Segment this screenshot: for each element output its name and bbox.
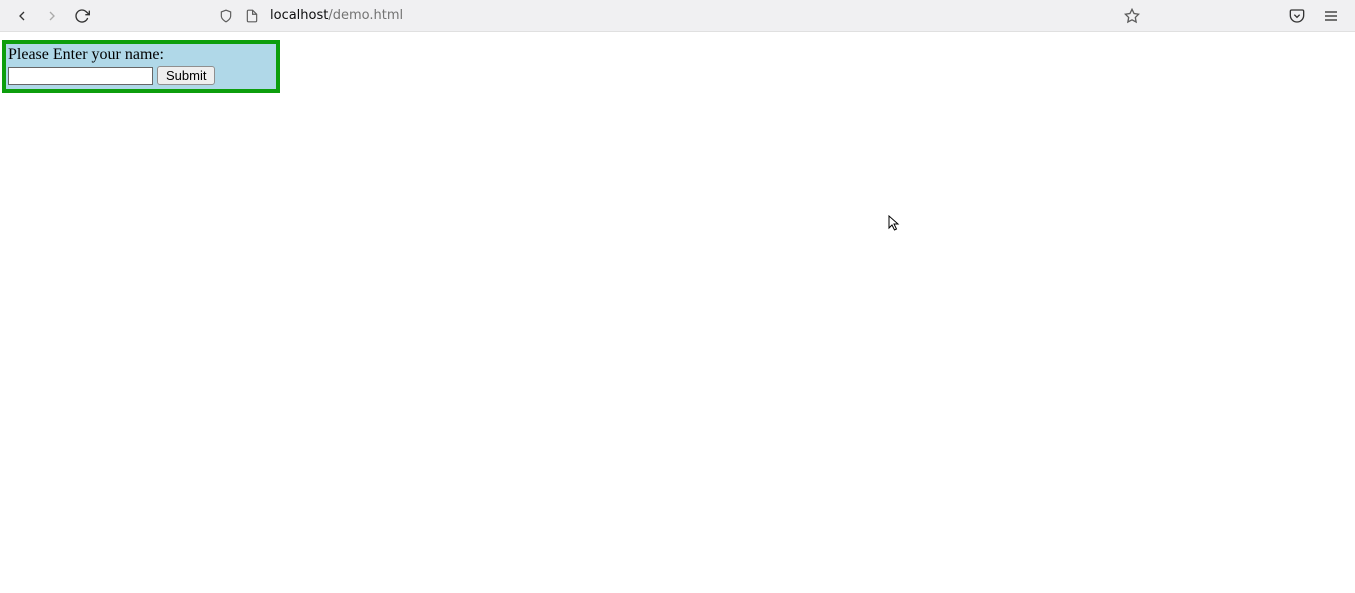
nav-buttons — [6, 8, 90, 24]
url-text: localhost/demo.html — [270, 8, 403, 23]
forward-button — [44, 8, 60, 24]
hamburger-menu-icon[interactable] — [1323, 8, 1339, 24]
toolbar-right-icons — [1169, 8, 1349, 24]
address-bar-container: localhost/demo.html — [210, 3, 1161, 29]
url-host: localhost — [270, 8, 328, 23]
name-prompt-label: Please Enter your name: — [8, 46, 274, 64]
page-icon — [244, 8, 260, 24]
browser-toolbar: localhost/demo.html — [0, 0, 1355, 32]
url-path: /demo.html — [328, 8, 403, 23]
address-bar[interactable]: localhost/demo.html — [210, 3, 1148, 29]
back-button[interactable] — [14, 8, 30, 24]
name-form-box: Please Enter your name: Submit — [2, 40, 280, 93]
name-input[interactable] — [8, 67, 153, 85]
page-content: Please Enter your name: Submit — [0, 32, 1355, 101]
pocket-icon[interactable] — [1289, 8, 1305, 24]
bookmark-star-icon[interactable] — [1124, 8, 1140, 24]
shield-icon[interactable] — [218, 8, 234, 24]
submit-button[interactable]: Submit — [157, 66, 215, 85]
mouse-cursor-icon — [888, 215, 900, 233]
reload-button[interactable] — [74, 8, 90, 24]
form-row: Submit — [8, 66, 274, 85]
